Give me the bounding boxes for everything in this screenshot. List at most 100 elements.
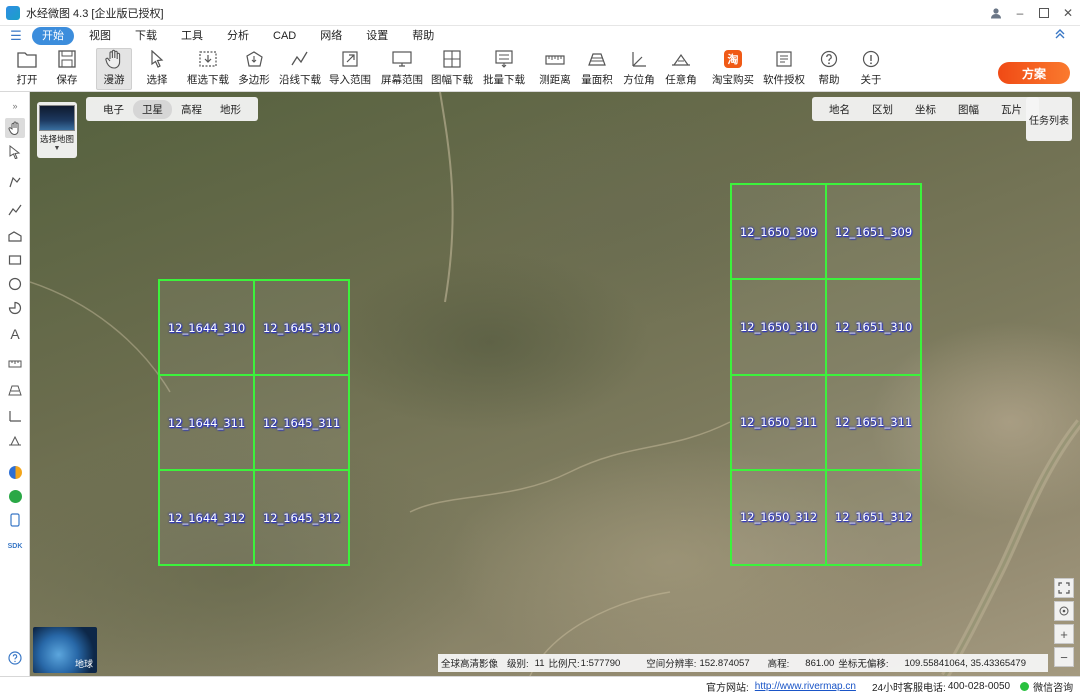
- polygon-download-button[interactable]: 多边形: [238, 49, 270, 89]
- ruler-icon: [545, 49, 565, 69]
- green-plugin-icon[interactable]: [5, 486, 25, 506]
- box-download-icon: [198, 49, 218, 69]
- collapse-ribbon-icon[interactable]: [1054, 28, 1066, 43]
- tab-place-names[interactable]: 地名: [820, 100, 859, 119]
- screen-range-button[interactable]: 屏幕范围: [380, 49, 424, 89]
- measure-area-button[interactable]: 量面积: [581, 49, 613, 89]
- tile-cell[interactable]: 12_1644_312: [159, 470, 254, 565]
- folder-icon: [17, 49, 37, 69]
- tile-cell[interactable]: 12_1650_312: [731, 469, 826, 565]
- choose-map-button[interactable]: 选择地图 ▼: [37, 102, 77, 158]
- fullscreen-icon[interactable]: [1054, 578, 1074, 598]
- azimuth-tool-icon[interactable]: [5, 406, 25, 426]
- sector-tool-icon[interactable]: [5, 298, 25, 318]
- menu-analysis[interactable]: 分析: [218, 28, 258, 44]
- tile-cell[interactable]: 12_1650_311: [731, 374, 826, 470]
- site-link[interactable]: http://www.rivermap.cn: [755, 681, 856, 692]
- angle-tool-icon[interactable]: [5, 430, 25, 450]
- layer-color-icon[interactable]: [5, 462, 25, 482]
- chevron-down-icon: ▼: [53, 145, 61, 152]
- menu-download[interactable]: 下载: [126, 28, 166, 44]
- menu-settings[interactable]: 设置: [357, 28, 397, 44]
- menu-cad[interactable]: CAD: [264, 28, 305, 44]
- resolution-label: 空间分辨率:: [646, 659, 697, 670]
- tile-cell[interactable]: 12_1645_312: [254, 470, 349, 565]
- tile-cell[interactable]: 12_1651_309: [826, 184, 921, 280]
- area-tool-icon[interactable]: [5, 380, 25, 400]
- marker-tool-icon[interactable]: [5, 172, 25, 192]
- info-icon: [861, 49, 881, 69]
- line-download-button[interactable]: 沿线下载: [279, 49, 321, 89]
- menu-help[interactable]: 帮助: [403, 28, 443, 44]
- menu-network[interactable]: 网络: [311, 28, 351, 44]
- tile-cell[interactable]: 12_1651_312: [826, 469, 921, 565]
- open-button[interactable]: 打开: [12, 49, 42, 89]
- locate-icon[interactable]: [1054, 601, 1074, 621]
- sdk-icon[interactable]: SDK: [5, 536, 25, 556]
- close-icon[interactable]: ✕: [1056, 0, 1080, 26]
- elevation-value: 861.00: [805, 657, 835, 669]
- pan-button[interactable]: 漫游: [96, 48, 132, 90]
- help-circle-icon[interactable]: [5, 648, 25, 668]
- zoom-in-icon[interactable]: +: [1054, 624, 1074, 644]
- device-icon[interactable]: [5, 510, 25, 530]
- level-label: 级别:: [507, 659, 529, 670]
- taobao-buy-button[interactable]: 淘 淘宝购买: [712, 49, 754, 89]
- promo-banner[interactable]: 方案: [998, 62, 1070, 84]
- about-button[interactable]: 关于: [858, 49, 884, 89]
- tab-terrain[interactable]: 地形: [211, 100, 250, 119]
- tab-elevation[interactable]: 高程: [172, 100, 211, 119]
- grid-download-button[interactable]: 图幅下载: [431, 49, 473, 89]
- menu-tools[interactable]: 工具: [172, 28, 212, 44]
- tile-cell[interactable]: 12_1645_311: [254, 375, 349, 470]
- menu-start[interactable]: 开始: [32, 27, 74, 45]
- tile-cell[interactable]: 12_1644_310: [159, 280, 254, 375]
- wechat-consult[interactable]: 微信咨询: [1020, 679, 1073, 694]
- map-status-bar: 全球高清影像 级别: 11 比例尺: 1:577790 空间分辨率: 152.8…: [438, 654, 1048, 672]
- map-view[interactable]: 选择地图 ▼ 电子 卫星 高程 地形 地名 区划 坐标 图幅 瓦片 任务列表 1…: [30, 92, 1080, 676]
- minimize-icon[interactable]: –: [1008, 0, 1032, 26]
- imagery-source: 全球高清影像: [441, 659, 499, 670]
- license-icon: [774, 49, 794, 69]
- polygon-tool-icon[interactable]: [5, 226, 25, 246]
- tile-cell[interactable]: 12_1645_310: [254, 280, 349, 375]
- save-button[interactable]: 保存: [52, 49, 82, 89]
- tab-coordinates[interactable]: 坐标: [906, 100, 945, 119]
- license-button[interactable]: 软件授权: [763, 49, 805, 89]
- title-bar: 水经微图 4.3 [企业版已授权] – ✕: [0, 0, 1080, 26]
- tile-cell[interactable]: 12_1651_311: [826, 374, 921, 470]
- tab-divisions[interactable]: 区划: [863, 100, 902, 119]
- ruler-tool-icon[interactable]: [5, 354, 25, 374]
- import-range-button[interactable]: 导入范围: [329, 49, 371, 89]
- map-thumbnail: [39, 105, 75, 131]
- rectangle-tool-icon[interactable]: [5, 250, 25, 270]
- tile-cell[interactable]: 12_1644_311: [159, 375, 254, 470]
- expand-panel-icon[interactable]: »: [5, 96, 25, 116]
- select-tool-icon[interactable]: [5, 142, 25, 162]
- text-tool-icon[interactable]: A: [5, 324, 25, 344]
- any-angle-button[interactable]: 任意角: [665, 49, 697, 89]
- tab-sheets[interactable]: 图幅: [949, 100, 988, 119]
- tile-cell[interactable]: 12_1651_310: [826, 279, 921, 375]
- globe-button[interactable]: 地球: [33, 627, 97, 673]
- help-button[interactable]: 帮助: [816, 49, 842, 89]
- hamburger-menu-icon[interactable]: ☰: [0, 28, 32, 44]
- pan-tool-icon[interactable]: [5, 118, 25, 138]
- select-button[interactable]: 选择: [142, 49, 172, 89]
- circle-tool-icon[interactable]: [5, 274, 25, 294]
- coord-label: 坐标无偏移:: [838, 659, 889, 670]
- tile-cell[interactable]: 12_1650_309: [731, 184, 826, 280]
- tab-electronic[interactable]: 电子: [94, 100, 133, 119]
- menu-view[interactable]: 视图: [80, 28, 120, 44]
- azimuth-button[interactable]: 方位角: [623, 49, 655, 89]
- box-download-button[interactable]: 框选下载: [186, 49, 230, 89]
- task-list-button[interactable]: 任务列表: [1026, 97, 1072, 141]
- tab-satellite[interactable]: 卫星: [133, 99, 172, 119]
- user-icon[interactable]: [984, 0, 1008, 26]
- zoom-out-icon[interactable]: −: [1054, 647, 1074, 667]
- polyline-tool-icon[interactable]: [5, 200, 25, 220]
- tile-cell[interactable]: 12_1650_310: [731, 279, 826, 375]
- measure-distance-button[interactable]: 测距离: [539, 49, 571, 89]
- maximize-icon[interactable]: [1032, 0, 1056, 26]
- batch-download-button[interactable]: 批量下载: [483, 49, 525, 89]
